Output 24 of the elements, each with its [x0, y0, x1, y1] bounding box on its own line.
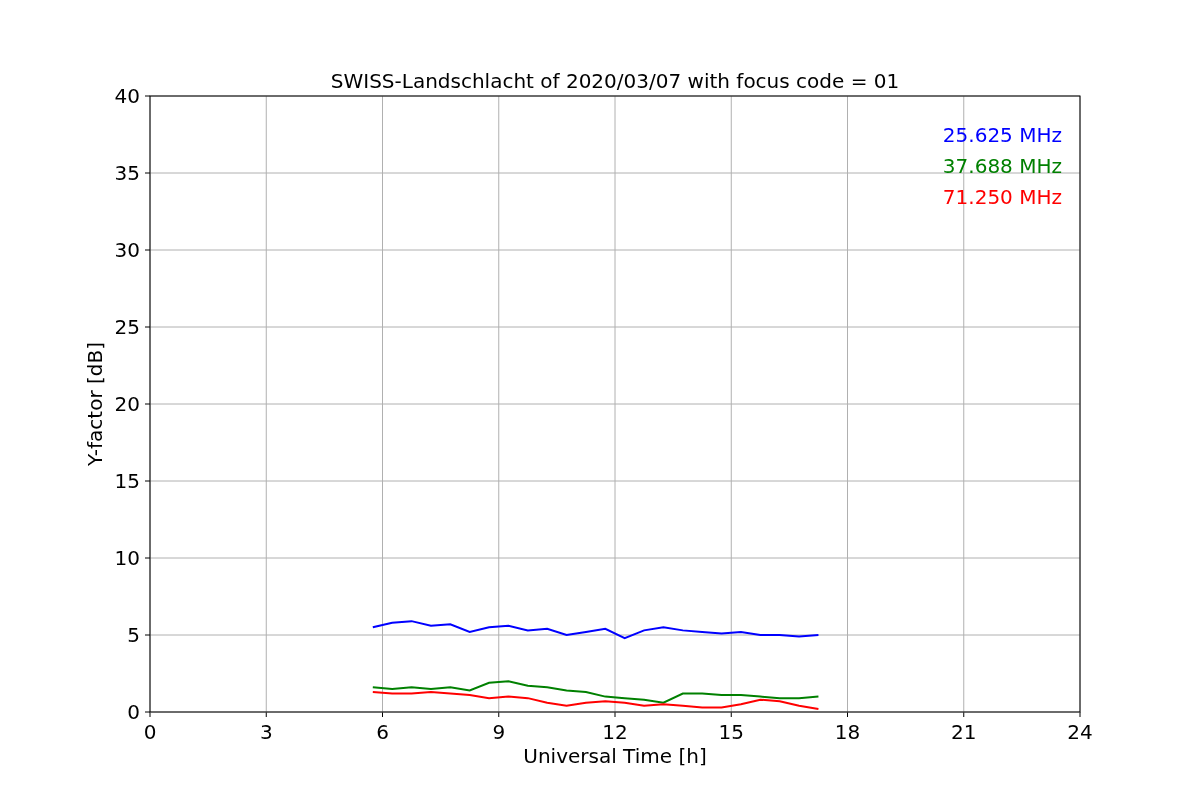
tick-label: 40	[114, 84, 140, 108]
tick-label: 35	[114, 161, 140, 185]
tick-label: 18	[834, 720, 861, 744]
y-axis-label: Y-factor [dB]	[83, 342, 107, 466]
tick-label: 10	[114, 546, 140, 570]
chart-title: SWISS-Landschlacht of 2020/03/07 with focus code = 01	[330, 69, 900, 93]
tick-label: 9	[492, 720, 506, 744]
tick-label: 0	[143, 720, 157, 744]
legend-label: 37.688 MHz	[942, 154, 1062, 178]
tick-label: 30	[114, 238, 140, 262]
tick-label: 20	[114, 392, 140, 416]
tick-label: 3	[259, 720, 273, 744]
tick-label: 0	[127, 700, 140, 724]
tick-label: 25	[114, 315, 140, 339]
tick-label: 15	[718, 720, 744, 744]
x-axis-label: Universal Time [h]	[523, 744, 707, 768]
legend-label: 71.250 MHz	[942, 185, 1062, 209]
tick-label: 15	[114, 469, 140, 493]
tick-label: 12	[602, 720, 628, 744]
tick-label: 24	[1067, 720, 1093, 744]
tick-label: 21	[951, 720, 977, 744]
tick-label: 6	[376, 720, 389, 744]
tick-label: 5	[127, 623, 140, 647]
legend-label: 25.625 MHz	[942, 123, 1062, 147]
